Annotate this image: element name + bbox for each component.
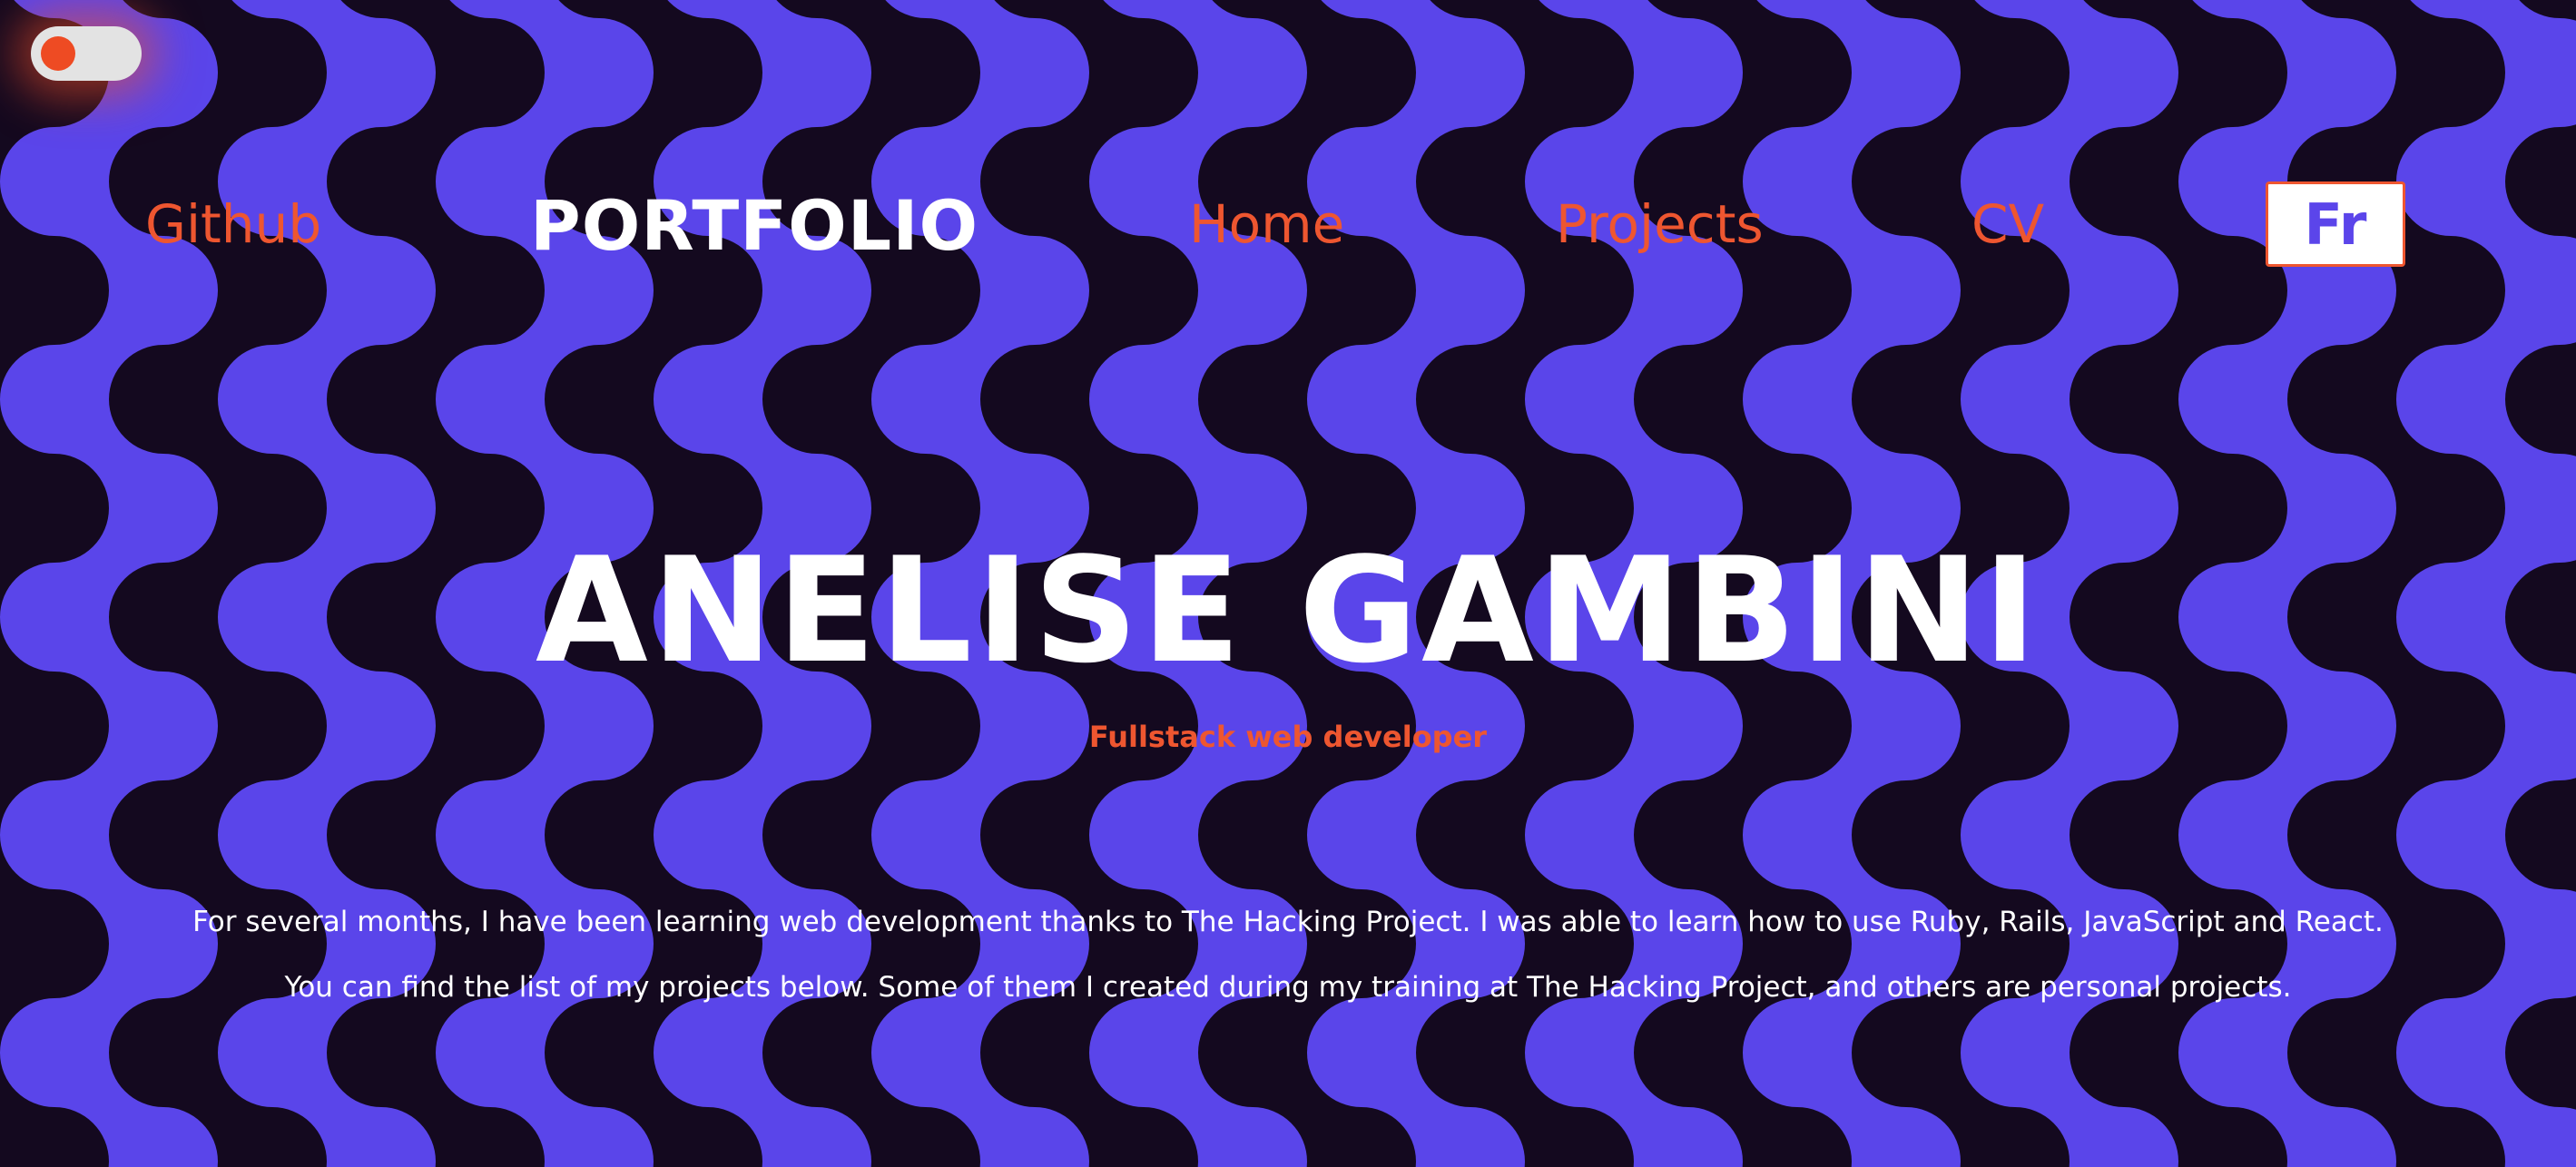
theme-toggle[interactable] <box>31 26 142 81</box>
nav-projects[interactable]: Projects <box>1556 192 1764 256</box>
site-brand: PORTFOLIO <box>530 185 979 266</box>
hero-subtitle: Fullstack web developer <box>1088 720 1488 754</box>
language-button[interactable]: Fr <box>2266 181 2405 267</box>
toggle-switch-icon <box>41 36 75 71</box>
intro-paragraph-1: For several months, I have been learning… <box>192 906 2384 938</box>
github-link[interactable]: Github <box>145 192 321 256</box>
nav-cv[interactable]: CV <box>1971 192 2044 256</box>
intro-paragraph-2: You can find the list of my projects bel… <box>284 971 2292 1004</box>
nav-home[interactable]: Home <box>1189 192 1344 256</box>
hero-name: ANELISE GAMBINI <box>535 525 2041 695</box>
